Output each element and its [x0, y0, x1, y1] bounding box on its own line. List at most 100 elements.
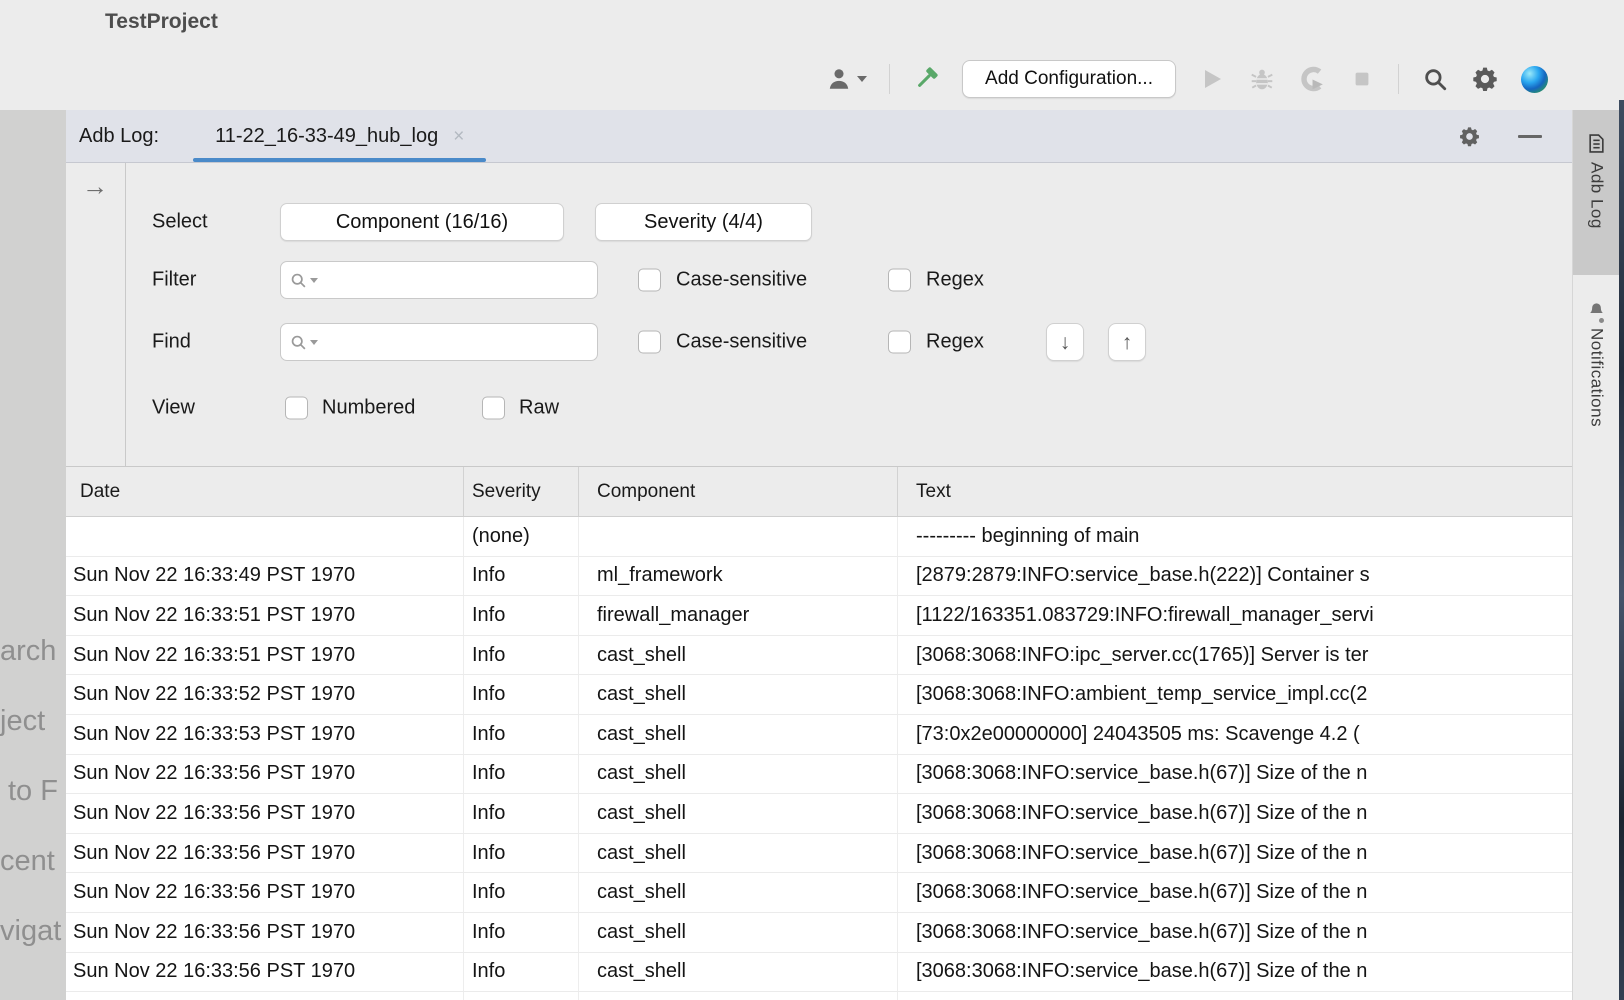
severity-filter-button[interactable]: Severity (4/4)	[595, 203, 812, 241]
vtab-label: Notifications	[1587, 328, 1607, 427]
find-previous-button[interactable]: ↑	[1108, 323, 1146, 361]
column-header-date[interactable]: Date	[66, 467, 463, 516]
cell-date: Sun Nov 22 16:33:49 PST 1970	[66, 557, 463, 596]
cell-component: ml_framework	[578, 557, 897, 596]
titlebar: TestProject Add Configuration...	[0, 0, 1624, 110]
cell-date: Sun Nov 22 16:33:52 PST 1970	[66, 675, 463, 714]
table-row[interactable]: Sun Nov 22 16:33:56 PST 1970Infocast_she…	[66, 953, 1572, 993]
table-row[interactable]: Sun Nov 22 16:33:56 PST 1970Infocast_she…	[66, 834, 1572, 874]
cell-date: Sun Nov 22 16:33:56 PST 1970	[66, 913, 463, 952]
background-text-fragment: to F	[8, 775, 58, 808]
add-configuration-button[interactable]: Add Configuration...	[962, 60, 1176, 98]
table-row[interactable]: Sun Nov 22 16:33:56 PST 1970Infocast_she…	[66, 755, 1572, 795]
filter-input[interactable]	[321, 270, 588, 291]
component-filter-button[interactable]: Component (16/16)	[280, 203, 564, 241]
profiler-icon[interactable]	[1298, 65, 1326, 93]
find-row: Find Case-sensitive Regex ↓ ↑	[66, 323, 1572, 361]
cell-component: cast_shell	[578, 755, 897, 794]
toolbar-divider	[1398, 64, 1399, 94]
cell-text: [3068:3068:INFO:ipc_server.cc(1765)] Ser…	[897, 636, 1572, 675]
table-row[interactable]: Sun Nov 22 16:33:56 PST 1970Infocast_she…	[66, 873, 1572, 913]
find-search-box[interactable]	[280, 323, 598, 361]
background-text-fragment: arch	[0, 635, 56, 668]
filter-search-box[interactable]	[280, 261, 598, 299]
cell-text: [73:0x2e00000000] 24043505 ms: Scavenge …	[897, 715, 1572, 754]
cell-severity: Info	[463, 834, 578, 873]
tab-close-icon[interactable]: ×	[453, 127, 464, 146]
find-case-sensitive-checkbox[interactable]	[638, 331, 661, 354]
table-row[interactable]: (none) --------- beginning of main	[66, 517, 1572, 557]
tool-window-tab-adb-log[interactable]: Adb Log	[1573, 110, 1620, 275]
minimize-icon[interactable]	[1518, 126, 1542, 146]
cell-severity: Info	[463, 675, 578, 714]
cell-severity: Info	[463, 715, 578, 754]
cell-text: --------- beginning of main	[897, 517, 1572, 556]
cell-severity: Info	[463, 992, 578, 1000]
user-icon	[826, 66, 852, 92]
filter-case-sensitive-checkbox[interactable]	[638, 269, 661, 292]
build-hammer-icon[interactable]	[912, 65, 940, 93]
debug-bug-icon[interactable]	[1248, 65, 1276, 93]
log-table-header: Date Severity Component Text	[66, 467, 1572, 517]
case-sensitive-label: Case-sensitive	[676, 269, 807, 292]
table-row[interactable]: Sun Nov 22 16:33:51 PST 1970Infocast_she…	[66, 636, 1572, 676]
chevron-down-icon	[857, 76, 867, 82]
adb-log-toolwindow: Adb Log: 11-22_16-33-49_hub_log × → Sele…	[66, 110, 1572, 1000]
cell-component: cast_shell	[578, 794, 897, 833]
log-file-tab[interactable]: 11-22_16-33-49_hub_log ×	[193, 110, 486, 162]
user-profile-button[interactable]	[826, 65, 867, 93]
hide-panel-arrow-icon[interactable]: →	[82, 173, 108, 199]
table-row[interactable]: Sun Nov 22 16:33:52 PST 1970Infocast_she…	[66, 675, 1572, 715]
column-header-severity[interactable]: Severity	[463, 467, 578, 516]
table-row[interactable]: Sun Nov 22 16:33:53 PST 1970Infocast_she…	[66, 715, 1572, 755]
cell-text: [3068:3068:INFO:service_base.h(67)] Size…	[897, 873, 1572, 912]
cell-severity: Info	[463, 557, 578, 596]
cell-text: [3068:3068:INFO:service_base.h(67)] Size…	[897, 992, 1572, 1000]
bell-icon	[1587, 301, 1606, 320]
toolbar-divider	[889, 64, 890, 94]
cell-text: [3068:3068:INFO:ambient_temp_service_imp…	[897, 675, 1572, 714]
column-header-text[interactable]: Text	[897, 467, 1572, 516]
cell-component: cast_shell	[578, 873, 897, 912]
tool-window-bar: Adb Log Notifications	[1572, 110, 1620, 1000]
cell-text: [3068:3068:INFO:service_base.h(67)] Size…	[897, 755, 1572, 794]
table-row[interactable]: Sun Nov 22 16:33:56 PST 1970Infocast_she…	[66, 913, 1572, 953]
panel-settings-gear-icon[interactable]	[1459, 126, 1480, 147]
raw-checkbox[interactable]	[482, 397, 505, 420]
cell-severity: Info	[463, 873, 578, 912]
search-icon	[290, 272, 307, 289]
cell-date: Sun Nov 22 16:33:56 PST 1970	[66, 873, 463, 912]
cell-date: Sun Nov 22 16:33:56 PST 1970	[66, 992, 463, 1000]
cell-date: Sun Nov 22 16:33:51 PST 1970	[66, 596, 463, 635]
cell-date: Sun Nov 22 16:33:56 PST 1970	[66, 953, 463, 992]
cell-severity: Info	[463, 913, 578, 952]
filter-regex-checkbox[interactable]	[888, 269, 911, 292]
assistant-sphere-icon[interactable]	[1521, 66, 1548, 93]
regex-label: Regex	[926, 269, 984, 292]
search-icon[interactable]	[1421, 65, 1449, 93]
tool-window-tab-notifications[interactable]: Notifications	[1573, 287, 1620, 427]
table-row[interactable]: Sun Nov 22 16:33:51 PST 1970Infofirewall…	[66, 596, 1572, 636]
table-row[interactable]: Sun Nov 22 16:33:56 PST 1970Infocast_she…	[66, 794, 1572, 834]
search-options-caret-icon	[310, 340, 318, 345]
run-icon[interactable]	[1198, 65, 1226, 93]
cell-text: [3068:3068:INFO:service_base.h(67)] Size…	[897, 834, 1572, 873]
find-input[interactable]	[321, 332, 588, 353]
column-header-component[interactable]: Component	[578, 467, 897, 516]
filter-panel: → Select Component (16/16) Severity (4/4…	[66, 163, 1572, 467]
settings-gear-icon[interactable]	[1471, 65, 1499, 93]
main-toolbar: Add Configuration...	[826, 56, 1548, 102]
cell-text: [2879:2879:INFO:service_base.h(222)] Con…	[897, 557, 1572, 596]
numbered-checkbox[interactable]	[285, 397, 308, 420]
stop-icon[interactable]	[1348, 65, 1376, 93]
case-sensitive-label: Case-sensitive	[676, 331, 807, 354]
table-row[interactable]: Sun Nov 22 16:33:49 PST 1970Infoml_frame…	[66, 557, 1572, 597]
table-row[interactable]: Sun Nov 22 16:33:56 PST 1970Infocast_she…	[66, 992, 1572, 1000]
cell-severity: (none)	[463, 517, 578, 556]
cell-text: [3068:3068:INFO:service_base.h(67)] Size…	[897, 913, 1572, 952]
filter-label: Filter	[152, 269, 196, 292]
cell-date	[66, 517, 463, 556]
cell-component: cast_shell	[578, 715, 897, 754]
find-next-button[interactable]: ↓	[1046, 323, 1084, 361]
find-regex-checkbox[interactable]	[888, 331, 911, 354]
